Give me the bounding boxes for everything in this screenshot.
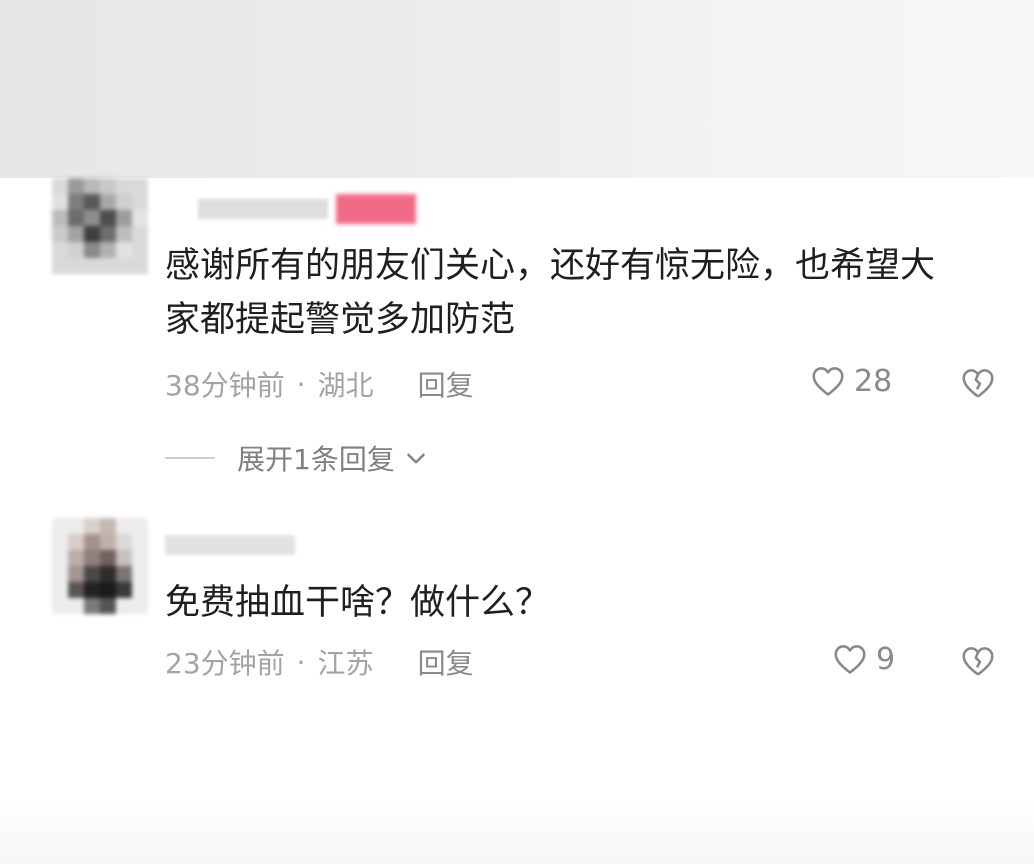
comment-text-line: 免费抽血干啥？做什么？ [165,583,551,623]
blurred-video-area [0,0,1034,178]
like-button[interactable]: 9 [830,640,895,678]
comment-location: 江苏 [317,647,374,680]
expand-replies-button[interactable]: 展开1条回复 [165,438,429,478]
avatar[interactable] [52,178,148,274]
username[interactable] [198,194,416,224]
like-count: 9 [876,641,896,677]
reply-button[interactable]: 回复 [418,364,474,404]
reply-button[interactable]: 回复 [418,642,474,682]
comment-meta: 23分钟前 · 江苏 回复 [165,642,474,682]
avatar[interactable] [52,518,148,614]
like-button[interactable]: 28 [808,362,892,400]
comment-location: 湖北 [317,369,374,402]
broken-heart-icon [962,369,994,398]
meta-separator: · [296,645,306,679]
broken-heart-icon [962,647,994,676]
comment-text: 免费抽血干啥？做什么？ [165,576,550,630]
comment-time: 38分钟前 [165,369,285,402]
username[interactable] [165,530,295,560]
heart-outline-icon [834,645,866,674]
heart-outline-icon [812,367,844,396]
comment-text-line: 感谢所有的朋友们关心，还好有惊无险，也希望大 [165,246,936,286]
dislike-button[interactable] [958,364,998,406]
chevron-down-icon [407,453,425,464]
user-badge [336,194,416,224]
meta-separator: · [296,367,306,401]
comment-time: 23分钟前 [165,647,285,680]
expand-replies-label: 展开1条回复 [237,443,395,476]
username-blurred [165,535,295,555]
dislike-button[interactable] [958,642,998,684]
divider-line [165,457,215,459]
bottom-fade [0,800,1034,864]
comment-meta: 38分钟前 · 湖北 回复 [165,364,474,404]
comment-text-line: 家都提起警觉多加防范 [165,300,516,340]
like-count: 28 [854,363,893,399]
username-blurred [198,199,328,219]
comment-text: 感谢所有的朋友们关心，还好有惊无险，也希望大 家都提起警觉多加防范 [165,239,935,347]
